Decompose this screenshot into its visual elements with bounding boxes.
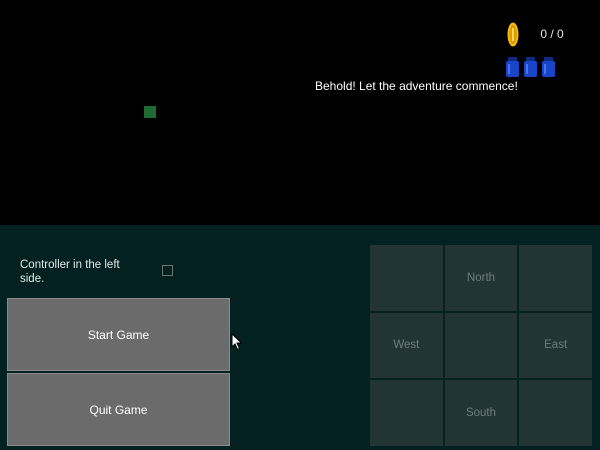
controller-side-checkbox[interactable] [162, 265, 173, 276]
control-panel: Controller in the left side. Start Game … [0, 225, 600, 450]
blue-jar-icon [506, 57, 519, 77]
start-game-button[interactable]: Start Game [7, 298, 230, 371]
west-button[interactable]: West [370, 312, 443, 379]
south-button[interactable]: South [444, 380, 518, 446]
dpad-center-cell [444, 312, 518, 379]
game-viewport: 0 / 0 Behold! Let the adventure commence… [0, 0, 600, 225]
north-button[interactable]: North [444, 245, 518, 311]
jar-inventory [505, 57, 556, 77]
dpad-empty-cell [370, 245, 443, 311]
mouse-pointer-icon [231, 333, 243, 351]
blue-jar-icon [542, 57, 555, 77]
coin-counter: 0 / 0 [540, 27, 564, 41]
blue-jar-icon [524, 57, 537, 77]
gold-coin-icon [507, 22, 519, 47]
controller-side-label: Controller in the left side. [20, 259, 120, 285]
player-character [144, 106, 156, 118]
game-message: Behold! Let the adventure commence! [315, 79, 518, 93]
game-screen: 0 / 0 Behold! Let the adventure commence… [0, 0, 600, 450]
east-button[interactable]: East [519, 312, 592, 379]
dpad-empty-cell [370, 380, 443, 446]
direction-pad: North West East South [370, 245, 592, 446]
dpad-empty-cell [519, 380, 592, 446]
dpad-empty-cell [519, 245, 592, 311]
quit-game-button[interactable]: Quit Game [7, 373, 230, 446]
